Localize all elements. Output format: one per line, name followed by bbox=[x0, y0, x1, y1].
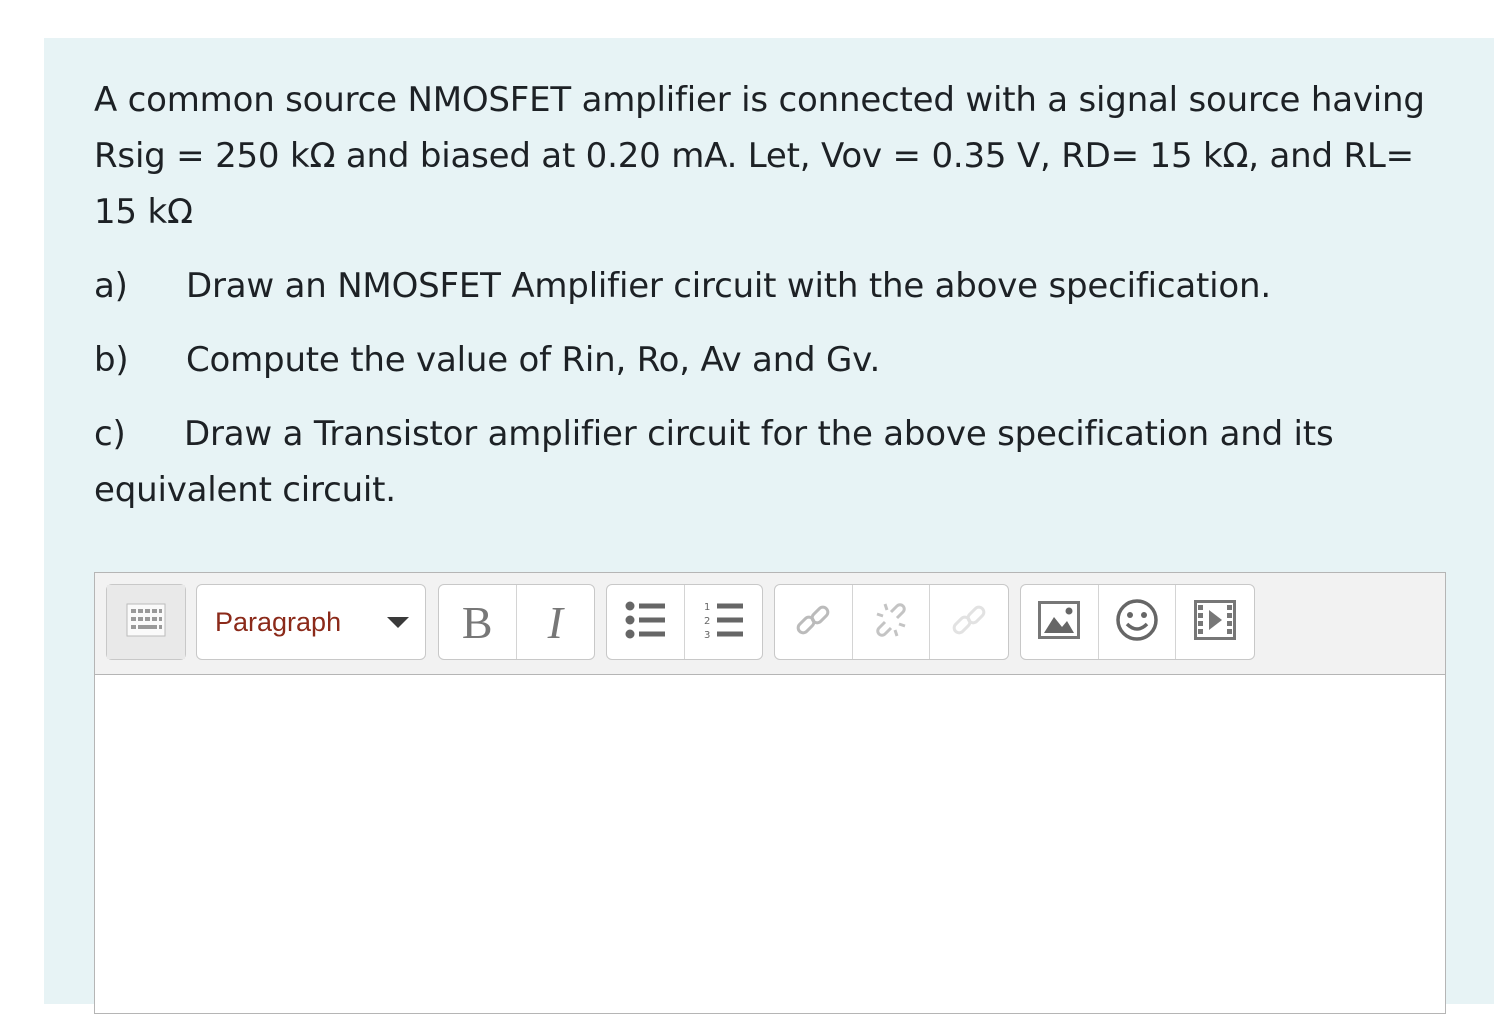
unlink-icon bbox=[871, 600, 911, 644]
unordered-list-button[interactable] bbox=[607, 585, 685, 659]
anchor-button[interactable] bbox=[930, 585, 1008, 659]
emoticon-button[interactable] bbox=[1099, 585, 1177, 659]
ordered-list-icon: 1 2 3 bbox=[702, 600, 744, 644]
image-icon bbox=[1038, 601, 1081, 643]
svg-text:1: 1 bbox=[704, 602, 710, 613]
question-card: A common source NMOSFET amplifier is con… bbox=[44, 38, 1494, 1014]
paragraph-select-value: Paragraph bbox=[215, 606, 342, 637]
toolbar-toggle-icon bbox=[126, 603, 166, 641]
italic-icon: I bbox=[547, 596, 563, 648]
paragraph-select-group: Paragraph bbox=[196, 584, 426, 660]
unlink-button[interactable] bbox=[853, 585, 931, 659]
bold-icon: B bbox=[461, 596, 493, 648]
question-item-c: c) Draw a Transistor amplifier circuit fo… bbox=[94, 406, 1434, 518]
question-item-b: b) Compute the value of Rin, Ro, Av and G… bbox=[94, 332, 1434, 388]
bold-button[interactable]: B bbox=[439, 585, 517, 659]
media-group bbox=[1020, 584, 1255, 660]
link-button[interactable] bbox=[775, 585, 853, 659]
link-group bbox=[774, 584, 1009, 660]
item-text: Compute the value of Rin, Ro, Av and Gv. bbox=[186, 340, 881, 380]
text-style-group: B I bbox=[438, 584, 595, 660]
toolbar-toggle-group bbox=[106, 584, 186, 660]
media-button[interactable] bbox=[1176, 585, 1254, 659]
svg-text:3: 3 bbox=[704, 630, 710, 640]
anchor-icon bbox=[949, 600, 989, 644]
ordered-list-button[interactable]: 1 2 3 bbox=[685, 585, 763, 659]
italic-button[interactable]: I bbox=[517, 585, 595, 659]
toolbar-toggle-button[interactable] bbox=[107, 585, 185, 659]
link-icon bbox=[793, 600, 833, 644]
answer-editor: Paragraph B I 1 2 3 bbox=[94, 572, 1446, 1014]
emoticon-icon bbox=[1115, 598, 1159, 646]
image-button[interactable] bbox=[1021, 585, 1099, 659]
question-intro: A common source NMOSFET amplifier is con… bbox=[94, 80, 1425, 232]
chevron-down-icon bbox=[387, 616, 409, 628]
item-marker: c) bbox=[94, 414, 126, 454]
item-text: Draw a Transistor amplifier circuit for … bbox=[94, 414, 1334, 510]
list-group: 1 2 3 bbox=[606, 584, 763, 660]
svg-text:2: 2 bbox=[704, 616, 710, 627]
question-text: A common source NMOSFET amplifier is con… bbox=[94, 72, 1434, 536]
media-icon bbox=[1194, 600, 1237, 644]
editor-toolbar: Paragraph B I 1 2 3 bbox=[95, 573, 1445, 675]
paragraph-format-select[interactable]: Paragraph bbox=[197, 585, 425, 659]
item-text: Draw an NMOSFET Amplifier circuit with t… bbox=[186, 266, 1271, 306]
unordered-list-icon bbox=[624, 600, 666, 644]
item-marker: b) bbox=[94, 340, 129, 380]
question-item-a: a) Draw an NMOSFET Amplifier circuit with… bbox=[94, 258, 1434, 314]
editor-content-area[interactable] bbox=[95, 675, 1445, 1013]
item-marker: a) bbox=[94, 266, 128, 306]
